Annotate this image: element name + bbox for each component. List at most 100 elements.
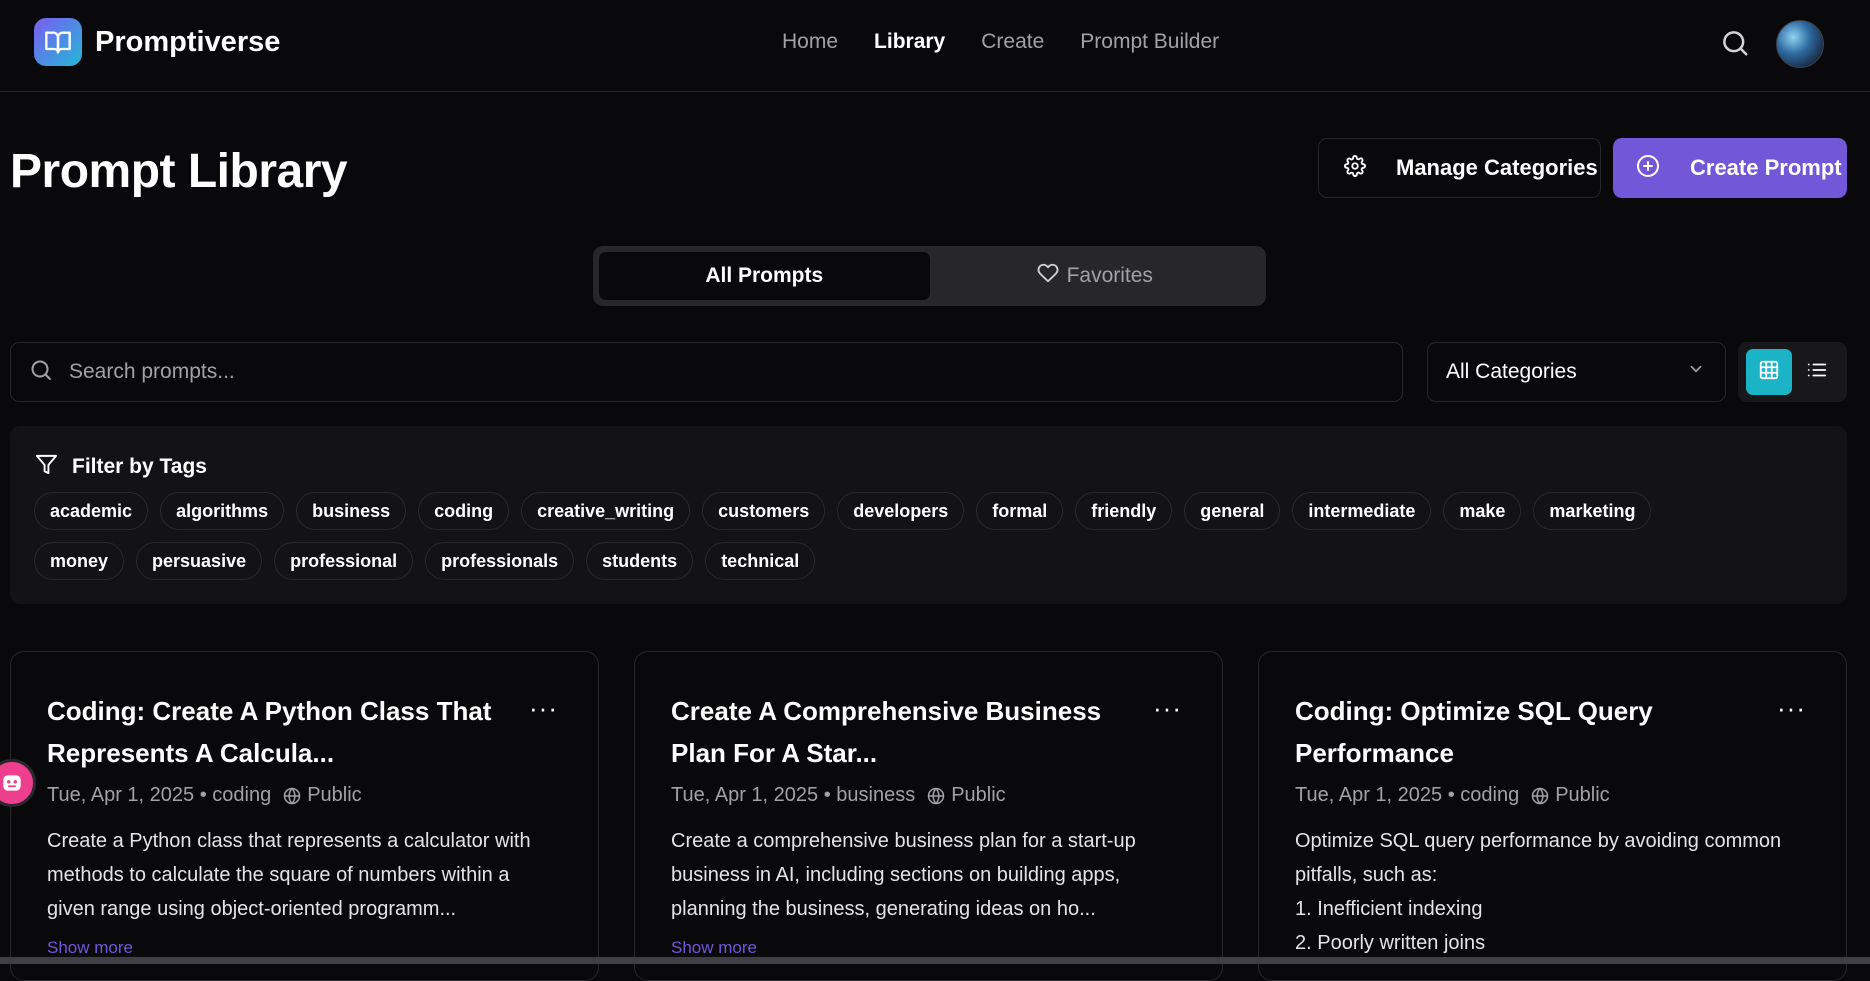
grid-view-button[interactable] [1746,349,1792,395]
card-date: Tue, Apr 1, 2025 [671,784,819,806]
brand-name: Promptiverse [95,25,281,58]
nav-link-home[interactable]: Home [782,30,838,54]
prompt-card[interactable]: Coding: Optimize SQL Query Performance ·… [1258,651,1847,981]
plus-circle-icon [1636,154,1660,183]
tag-filter-panel: Filter by Tags academic algorithms busines… [10,426,1847,604]
card-desc-line: given range using object-oriented progra… [47,898,457,920]
tag-chip[interactable]: make [1443,492,1522,530]
prompt-card[interactable]: Create A Comprehensive Business Plan For… [634,651,1223,981]
nav-link-create[interactable]: Create [981,30,1044,54]
card-desc-line: Create a Python class that represents a … [47,830,531,852]
globe-icon [283,787,301,804]
page-title: Prompt Library [10,145,348,198]
list-view-button[interactable] [1794,349,1840,395]
card-desc-line: planning the business, generating ideas … [671,898,1096,920]
tag-chip[interactable]: students [586,542,694,580]
search-box [10,342,1403,402]
manage-categories-button[interactable]: Manage Categories [1318,138,1601,198]
card-desc-line: 2. Poorly written joins [1295,932,1486,954]
tag-chip[interactable]: creative_writing [521,492,691,530]
tag-chip[interactable]: marketing [1533,492,1652,530]
globe-icon [927,787,945,804]
search-icon [29,358,53,387]
tag-chip[interactable]: algorithms [160,492,285,530]
tag-chip[interactable]: money [34,542,125,580]
globe-icon [1531,787,1549,804]
card-meta: Tue, Apr 1, 2025 • coding Public [1295,784,1610,807]
search-input[interactable] [69,360,1369,384]
nav-links: Home Library Create Prompt Builder [782,30,1255,54]
book-open-icon [34,18,82,66]
card-desc-line: Create a comprehensive business plan for… [671,830,1136,852]
tag-chip[interactable]: academic [34,492,149,530]
nav-link-prompt-builder[interactable]: Prompt Builder [1080,30,1219,54]
category-select-value: All Categories [1446,360,1577,383]
create-prompt-button[interactable]: Create Prompt [1613,138,1847,198]
tab-all-prompts-label: All Prompts [705,264,824,287]
tag-chip[interactable]: technical [705,542,816,580]
tab-favorites[interactable]: Favorites [930,252,1261,300]
card-desc-line: pitfalls, such as: [1295,864,1438,886]
filter-title: Filter by Tags [72,455,207,478]
tag-chip[interactable]: general [1184,492,1281,530]
card-desc-line: 1. Inefficient indexing [1295,898,1483,920]
more-options-icon[interactable]: ··· [1777,695,1806,721]
tag-chip[interactable]: intermediate [1292,492,1432,530]
gear-icon [1344,154,1366,182]
create-prompt-label: Create Prompt [1690,155,1842,180]
tag-chip[interactable]: formal [976,492,1064,530]
more-options-icon[interactable]: ··· [1153,695,1182,721]
filter-icon [35,453,58,481]
card-date: Tue, Apr 1, 2025 [1295,784,1443,806]
card-desc-line: Optimize SQL query performance by avoidi… [1295,830,1782,852]
tag-chip[interactable]: professional [274,542,414,580]
card-title[interactable]: Coding: Create A Python Class That Repre… [47,690,517,774]
card-meta: Tue, Apr 1, 2025 • business Public [671,784,1006,807]
card-description: Create a Python class that represents a … [47,824,577,926]
prompt-tabs: All Prompts Favorites [593,246,1266,306]
tab-all-prompts[interactable]: All Prompts [599,252,930,300]
prompt-card[interactable]: Coding: Create A Python Class That Repre… [10,651,599,981]
brand[interactable]: Promptiverse [34,18,280,66]
card-category: coding [212,784,272,806]
grid-icon [1758,359,1780,386]
horizontal-scrollbar[interactable] [0,957,1870,964]
more-options-icon[interactable]: ··· [529,695,558,721]
tag-chip[interactable]: friendly [1075,492,1173,530]
tag-chip[interactable]: persuasive [136,542,263,580]
meta-separator: • [818,784,837,806]
card-meta: Tue, Apr 1, 2025 • coding Public [47,784,362,807]
tag-list: academic algorithms business coding creative… [34,492,1734,592]
tab-favorites-label: Favorites [1066,264,1153,287]
card-visibility: Public [951,784,1006,806]
meta-separator: • [1442,784,1461,806]
show-more-link[interactable]: Show more [671,938,757,958]
show-more-link[interactable]: Show more [47,938,133,958]
filter-header: Filter by Tags [35,453,207,481]
top-navbar: Promptiverse Home Library Create Prompt … [0,0,1870,92]
card-desc-line: methods to calculate the square of numbe… [47,864,510,886]
tag-chip[interactable]: developers [837,492,965,530]
card-category: business [836,784,916,806]
nav-link-library[interactable]: Library [874,30,945,54]
card-description: Optimize SQL query performance by avoidi… [1295,824,1825,960]
category-select[interactable]: All Categories [1427,342,1726,402]
view-toggle [1738,342,1847,402]
manage-categories-label: Manage Categories [1396,155,1598,180]
meta-separator: • [194,784,213,806]
tag-chip[interactable]: professionals [425,542,575,580]
avatar[interactable] [1776,20,1824,68]
tag-chip[interactable]: business [296,492,407,530]
heart-icon [1037,262,1067,290]
card-description: Create a comprehensive business plan for… [671,824,1201,926]
tag-chip[interactable]: customers [702,492,826,530]
search-icon[interactable] [1720,28,1752,60]
card-visibility: Public [307,784,362,806]
card-title[interactable]: Create A Comprehensive Business Plan For… [671,690,1141,774]
bot-icon [3,775,21,791]
tag-chip[interactable]: coding [418,492,510,530]
card-desc-line: business in AI, including sections on bu… [671,864,1121,886]
card-title[interactable]: Coding: Optimize SQL Query Performance [1295,690,1765,774]
list-icon [1806,359,1828,386]
card-category: coding [1460,784,1520,806]
